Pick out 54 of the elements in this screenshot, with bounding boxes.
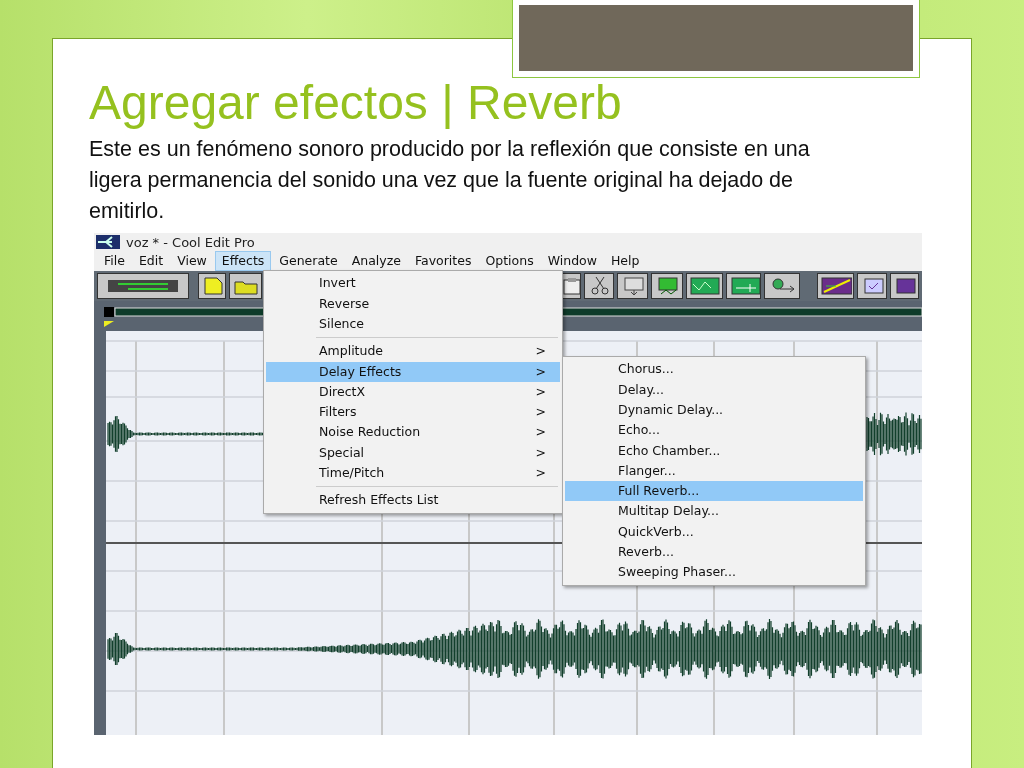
menu-item[interactable]: Effects	[214, 251, 272, 272]
menu-item[interactable]: Chorus...	[565, 359, 863, 380]
menu-item[interactable]: Delay Effects >	[266, 361, 560, 382]
menu-item[interactable]: QuickVerb...	[565, 521, 863, 542]
toolbar-button[interactable]	[651, 273, 683, 300]
toolbar-button[interactable]	[816, 273, 855, 300]
toolbar-button[interactable]	[857, 273, 887, 300]
menu-item[interactable]: Window	[541, 251, 603, 272]
menu-item[interactable]: View	[171, 251, 213, 272]
menu-item[interactable]: Sweeping Phaser...	[565, 562, 863, 583]
menu-item[interactable]: Special >	[266, 442, 560, 463]
toolbar-button[interactable]	[97, 273, 190, 300]
slide-text: Este es un fenómeno sonoro producido por la reflexión que consiste en una ligera permanencia del sonido una vez que la fuente original ha dejado de emitirlo.	[89, 135, 811, 226]
submenu-arrow: >	[535, 443, 546, 462]
menu-item[interactable]: Edit	[132, 251, 170, 272]
menu-item[interactable]: Full Reverb...	[565, 481, 863, 502]
menu-item[interactable]: Favorites	[408, 251, 478, 272]
toolbar-button[interactable]	[726, 273, 762, 300]
menu-item[interactable]: Multitap Delay...	[565, 501, 863, 522]
menu-item[interactable]: Analyze	[345, 251, 407, 272]
toolbar-button[interactable]	[198, 273, 226, 300]
submenu-arrow: >	[535, 382, 546, 401]
menu-item[interactable]: Delay...	[565, 379, 863, 400]
menu-item[interactable]: Reverse	[266, 293, 560, 314]
toolbar-button[interactable]	[616, 273, 649, 300]
menu-item[interactable]: Options	[479, 251, 540, 272]
menu-item[interactable]: Noise Reduction >	[266, 422, 560, 443]
submenu-arrow: >	[535, 423, 546, 442]
window-title: voz * - Cool Edit Pro	[126, 233, 255, 252]
toolbar-button[interactable]	[228, 273, 263, 300]
toolbar-button[interactable]	[889, 273, 919, 300]
menu-item[interactable]: Filters >	[266, 402, 560, 423]
toolbar-button[interactable]	[584, 273, 614, 300]
menu-item[interactable]: Echo Chamber...	[565, 440, 863, 461]
submenu-arrow: >	[535, 342, 546, 361]
menu-item[interactable]: Refresh Effects List	[266, 490, 560, 511]
menu-item[interactable]: File	[98, 251, 131, 272]
menu-item[interactable]: Dynamic Delay...	[565, 399, 863, 421]
menu-item[interactable]: Generate	[273, 251, 344, 272]
app-logo-icon	[96, 235, 120, 250]
submenu-arrow: >	[535, 362, 546, 381]
menu-item[interactable]: Help	[604, 251, 646, 272]
toolbar-button[interactable]	[685, 273, 723, 300]
menu-item[interactable]: Flanger...	[565, 460, 863, 482]
menu-item[interactable]: Echo...	[565, 420, 863, 441]
menu-item[interactable]: Reverb...	[565, 542, 863, 563]
menu-item[interactable]: DirectX >	[266, 381, 560, 403]
slide-title: Agregar efectos | Reverb	[89, 77, 623, 130]
submenu-arrow: >	[535, 403, 546, 422]
menu-item[interactable]: Time/Pitch >	[266, 463, 560, 484]
menu-item[interactable]: Amplitude >	[266, 341, 560, 362]
menu-item[interactable]: Silence	[266, 313, 560, 335]
toolbar-button[interactable]	[764, 273, 800, 300]
submenu-arrow: >	[535, 464, 546, 482]
